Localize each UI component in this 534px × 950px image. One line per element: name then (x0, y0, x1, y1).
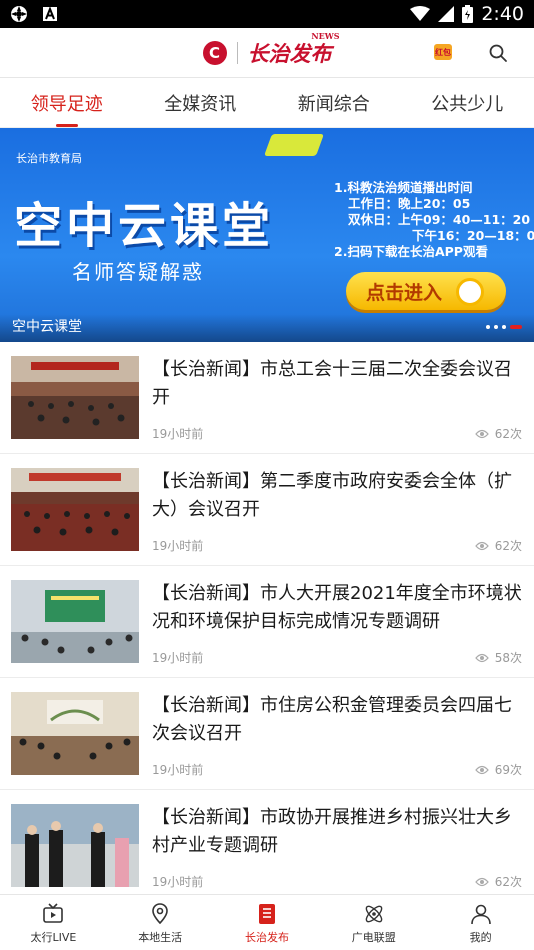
tab-leader-footprint[interactable]: 领导足迹 (0, 78, 134, 127)
wifi-icon (410, 6, 431, 21)
news-item[interactable]: 【长治新闻】市住房公积金管理委员会四届七次会议召开 19小时前 69次 (0, 678, 534, 790)
views-count: 62次 (494, 875, 522, 889)
banner-info: 1.科教法治频道播出时间 工作日：晚上20：05 双休日：上午09：40—11：… (334, 180, 534, 260)
carousel-dot (486, 325, 490, 329)
news-list-icon (258, 904, 275, 924)
atom-icon (365, 905, 383, 923)
news-title: 【长治新闻】市总工会十三届二次全委会议召开 (152, 359, 512, 408)
banner-info-line: 双休日：上午09：40—11：20 (348, 212, 531, 227)
news-item[interactable]: 【长治新闻】市人大开展2021年度全市环境状况和环境保护目标完成情况专题调研 1… (0, 566, 534, 678)
carousel-dot (494, 325, 498, 329)
news-views: 62次 (474, 425, 522, 442)
carousel-indicator (486, 325, 522, 329)
views-count: 69次 (494, 763, 522, 777)
bottom-nav: 太行LIVE 本地生活 长治发布 广电联盟 我的 (0, 894, 534, 950)
meeting-photo (11, 356, 139, 439)
meeting-photo (11, 580, 139, 663)
news-title: 【长治新闻】市政协开展推进乡村振兴壮大乡村产业专题调研 (152, 807, 512, 856)
news-time: 19小时前 (152, 427, 204, 441)
tap-hand-icon (456, 278, 484, 306)
views-count: 58次 (494, 651, 522, 665)
banner-info-line: 下午16：20—18：00 (412, 228, 534, 243)
notification-a-icon (43, 6, 57, 21)
meeting-photo (11, 468, 139, 551)
news-time: 19小时前 (152, 875, 204, 889)
graduation-cap-graphic (263, 134, 325, 156)
nav-mine[interactable]: 我的 (427, 895, 534, 950)
eye-icon (474, 653, 489, 662)
user-icon (470, 904, 491, 925)
news-item[interactable]: 【长治新闻】市总工会十三届二次全委会议召开 19小时前 62次 (0, 342, 534, 454)
nav-changzhi-release[interactable]: 长治发布 (214, 895, 321, 950)
news-views: 58次 (474, 649, 522, 666)
status-bar: 2:40 (0, 0, 534, 28)
nav-taihang-live[interactable]: 太行LIVE (0, 895, 107, 950)
news-item[interactable]: 【长治新闻】第二季度市政府安委会全体（扩大）会议召开 19小时前 62次 (0, 454, 534, 566)
logo-divider (236, 41, 238, 64)
eye-icon (474, 765, 489, 774)
channel-tabs: 领导足迹 全媒资讯 新闻综合 公共少儿 (0, 78, 534, 128)
banner-info-line: 2.扫码下载在长治APP观看 (334, 244, 488, 259)
news-views: 62次 (474, 537, 522, 554)
logo-news: NEWS (311, 30, 340, 41)
banner-subtitle: 名师答疑解惑 (72, 260, 204, 284)
gift-icon[interactable]: 红包 (434, 44, 452, 60)
logo-mark: C (202, 40, 227, 65)
gift-label: 红包 (435, 47, 451, 57)
signal-icon (438, 6, 455, 22)
tab-all-media[interactable]: 全媒资讯 (134, 78, 268, 127)
logo-text: 长治发布 (247, 40, 332, 66)
tab-public-kids[interactable]: 公共少儿 (401, 78, 534, 127)
eye-icon (474, 429, 489, 438)
nav-broadcast-alliance[interactable]: 广电联盟 (320, 895, 427, 950)
tab-news-general[interactable]: 新闻综合 (267, 78, 401, 127)
news-thumbnail (11, 356, 139, 439)
app-header: C 长治发布 NEWS 红包 (0, 28, 534, 78)
news-time: 19小时前 (152, 763, 204, 777)
media-icon (11, 6, 27, 22)
news-thumbnail (11, 580, 139, 663)
meeting-photo (11, 692, 139, 775)
news-views: 69次 (474, 761, 522, 778)
banner-carousel[interactable]: 长治市教育局 空中云课堂 名师答疑解惑 1.科教法治频道播出时间 工作日：晚上2… (0, 128, 534, 342)
nav-local-life[interactable]: 本地生活 (107, 895, 214, 950)
carousel-dot-active (510, 325, 522, 329)
views-count: 62次 (494, 427, 522, 441)
eye-icon (474, 877, 489, 886)
news-item[interactable]: 【长治新闻】市政协开展推进乡村振兴壮大乡村产业专题调研 19小时前 62次 (0, 790, 534, 902)
eye-icon (474, 541, 489, 550)
banner-org: 长治市教育局 (16, 152, 82, 165)
carousel-dot (502, 325, 506, 329)
app-logo: 长治发布 NEWS (247, 31, 340, 68)
news-title: 【长治新闻】市住房公积金管理委员会四届七次会议召开 (152, 695, 512, 744)
search-icon[interactable] (488, 43, 508, 63)
news-views: 62次 (474, 873, 522, 890)
nav-label: 本地生活 (138, 931, 183, 944)
nav-label: 我的 (469, 931, 492, 944)
news-thumbnail (11, 468, 139, 551)
news-list: 【长治新闻】市总工会十三届二次全委会议召开 19小时前 62次 【长治新闻】第二… (0, 342, 534, 902)
nav-label: 广电联盟 (351, 931, 396, 944)
banner-info-line: 工作日：晚上20：05 (348, 196, 471, 211)
news-thumbnail (11, 692, 139, 775)
battery-icon (462, 5, 474, 23)
nav-label: 太行LIVE (30, 931, 77, 944)
banner-info-line: 1.科教法治频道播出时间 (334, 180, 473, 195)
news-thumbnail (11, 804, 139, 887)
banner-cta-label: 点击进入 (366, 281, 443, 304)
status-time: 2:40 (481, 3, 524, 25)
banner-title: 空中云课堂 (14, 198, 275, 254)
news-time: 19小时前 (152, 539, 204, 553)
news-title: 【长治新闻】市人大开展2021年度全市环境状况和环境保护目标完成情况专题调研 (152, 583, 522, 632)
nav-label: 长治发布 (244, 931, 289, 944)
tv-icon (43, 903, 64, 923)
location-icon (152, 903, 168, 925)
news-title: 【长治新闻】第二季度市政府安委会全体（扩大）会议召开 (152, 471, 512, 520)
news-time: 19小时前 (152, 651, 204, 665)
views-count: 62次 (494, 539, 522, 553)
banner-caption: 空中云课堂 (12, 319, 82, 335)
outdoor-photo (11, 804, 139, 887)
